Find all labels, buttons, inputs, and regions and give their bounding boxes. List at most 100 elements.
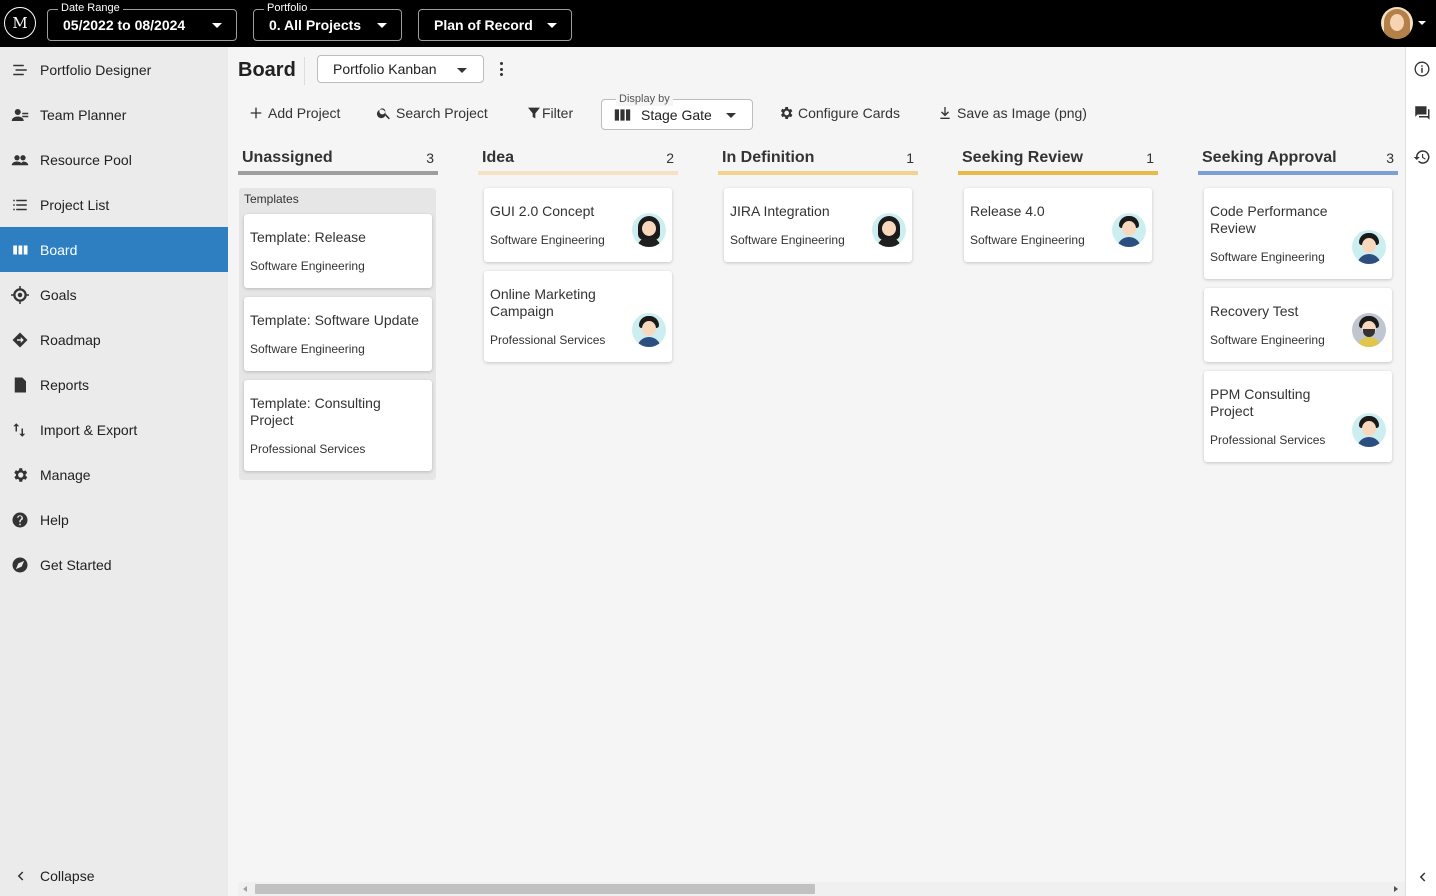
board-icon — [614, 108, 631, 121]
configure-cards-button[interactable]: Configure Cards — [778, 101, 900, 125]
card-subtitle: Professional Services — [250, 442, 366, 456]
gear-icon — [0, 466, 40, 484]
card-subtitle: Software Engineering — [490, 233, 605, 247]
collapse-label: Collapse — [40, 867, 95, 884]
column-unassigned: Unassigned 3 — [238, 145, 438, 175]
plus-icon — [250, 107, 262, 119]
column-title: Idea — [482, 149, 515, 166]
scroll-left-icon[interactable] — [243, 886, 247, 892]
project-card[interactable]: Template: Consulting Project Professiona… — [244, 380, 432, 471]
owner-avatar — [1352, 413, 1386, 447]
sidebar-item-label: Reports — [40, 376, 90, 393]
search-project-button[interactable]: Search Project — [376, 101, 488, 125]
card-title: Template: Software Update — [250, 312, 419, 328]
save-as-image-button[interactable]: Save as Image (png) — [937, 101, 1087, 125]
column-color-bar — [238, 171, 438, 175]
chevron-down-icon — [377, 23, 387, 28]
info-icon[interactable] — [1412, 59, 1432, 79]
date-range-select[interactable]: Date Range 05/2022 to 08/2024 — [47, 1, 237, 41]
sidebar-item-manage[interactable]: Manage — [0, 452, 228, 497]
import-export-icon — [0, 421, 40, 439]
collapse-button[interactable]: Collapse — [0, 853, 228, 896]
card-title: Recovery Test — [1210, 303, 1299, 319]
owner-avatar — [632, 213, 666, 247]
sidebar-item-roadmap[interactable]: Roadmap — [0, 317, 228, 362]
sidebar-item-project-list[interactable]: Project List — [0, 182, 228, 227]
comments-icon[interactable] — [1412, 103, 1432, 123]
report-icon — [0, 376, 40, 394]
project-card[interactable]: Template: Software Update Software Engin… — [244, 297, 432, 371]
sidebar-item-board[interactable]: Board — [0, 227, 228, 272]
card-subtitle: Software Engineering — [250, 259, 365, 273]
sidebar-item-import-export[interactable]: Import & Export — [0, 407, 228, 452]
column-color-bar — [958, 171, 1158, 175]
owner-avatar — [872, 213, 906, 247]
scrollbar-thumb[interactable] — [255, 884, 815, 894]
scenario-select[interactable]: Plan of Record — [418, 9, 572, 41]
card-subtitle: Software Engineering — [250, 342, 365, 356]
project-card[interactable]: Release 4.0 Software Engineering — [964, 188, 1152, 262]
display-by-value: Stage Gate — [641, 106, 712, 123]
templates-group-label: Templates — [244, 192, 299, 206]
project-card[interactable]: Online Marketing Campaign Professional S… — [484, 271, 672, 362]
project-card[interactable]: GUI 2.0 Concept Software Engineering — [484, 188, 672, 262]
column-color-bar — [478, 171, 678, 175]
filter-icon — [528, 107, 540, 119]
card-subtitle: Software Engineering — [730, 233, 845, 247]
board-area: Board Portfolio Kanban Add Project Searc… — [228, 47, 1405, 896]
project-card[interactable]: PPM Consulting Project Professional Serv… — [1204, 371, 1392, 462]
owner-avatar — [1112, 213, 1146, 247]
column-seeking-approval: Seeking Approval 3 — [1198, 145, 1398, 175]
sidebar: Portfolio Designer Team Planner Resource… — [0, 47, 228, 896]
column-title: Seeking Approval — [1202, 149, 1337, 166]
display-by-select[interactable]: Display by Stage Gate — [601, 92, 753, 130]
card-title: PPM Consulting Project — [1210, 386, 1311, 419]
sidebar-item-goals[interactable]: Goals — [0, 272, 228, 317]
more-options-icon[interactable] — [496, 60, 506, 78]
sidebar-item-team-planner[interactable]: Team Planner — [0, 92, 228, 137]
card-title: GUI 2.0 Concept — [490, 203, 595, 219]
download-icon — [940, 107, 950, 119]
sidebar-item-label: Manage — [40, 466, 91, 483]
portfolio-select[interactable]: Portfolio 0. All Projects — [253, 1, 402, 41]
team-planner-icon — [0, 106, 40, 124]
owner-avatar — [1352, 230, 1386, 264]
sidebar-item-label: Help — [40, 511, 69, 528]
owner-avatar — [1352, 313, 1386, 347]
add-project-button[interactable]: Add Project — [248, 101, 340, 125]
project-card[interactable]: Recovery Test Software Engineering — [1204, 288, 1392, 362]
sidebar-item-get-started[interactable]: Get Started — [0, 542, 228, 587]
chevron-down-icon — [726, 113, 736, 118]
roadmap-icon — [0, 331, 40, 349]
app-logo[interactable]: M — [4, 7, 36, 39]
sidebar-item-label: Import & Export — [40, 421, 138, 438]
board-view-select[interactable]: Portfolio Kanban — [317, 55, 484, 83]
user-menu-chevron-icon[interactable] — [1418, 21, 1426, 25]
sidebar-item-label: Team Planner — [40, 106, 127, 123]
card-subtitle: Software Engineering — [970, 233, 1085, 247]
card-title: Template: Consulting Project — [250, 395, 381, 428]
chevron-left-icon[interactable] — [1412, 867, 1432, 887]
card-title: Template: Release — [250, 229, 366, 245]
filter-button[interactable]: Filter — [526, 101, 573, 125]
horizontal-scrollbar[interactable] — [238, 882, 1405, 896]
people-icon — [0, 151, 40, 169]
scenario-value: Plan of Record — [434, 17, 533, 33]
sidebar-item-resource-pool[interactable]: Resource Pool — [0, 137, 228, 182]
project-card[interactable]: Template: Release Software Engineering — [244, 214, 432, 288]
sidebar-item-reports[interactable]: Reports — [0, 362, 228, 407]
scroll-right-icon[interactable] — [1394, 886, 1398, 892]
column-count: 3 — [1386, 150, 1394, 166]
card-subtitle: Software Engineering — [1210, 333, 1325, 347]
history-icon[interactable] — [1412, 147, 1432, 167]
card-title: Code Performance Review — [1210, 203, 1328, 236]
project-card[interactable]: Code Performance Review Software Enginee… — [1204, 188, 1392, 279]
sidebar-item-help[interactable]: Help — [0, 497, 228, 542]
project-card[interactable]: JIRA Integration Software Engineering — [724, 188, 912, 262]
sidebar-item-portfolio-designer[interactable]: Portfolio Designer — [0, 47, 228, 92]
column-color-bar — [718, 171, 918, 175]
portfolio-designer-icon — [0, 61, 40, 79]
column-title: Unassigned — [242, 149, 333, 166]
column-count: 1 — [1146, 150, 1154, 166]
user-avatar[interactable] — [1381, 7, 1413, 39]
